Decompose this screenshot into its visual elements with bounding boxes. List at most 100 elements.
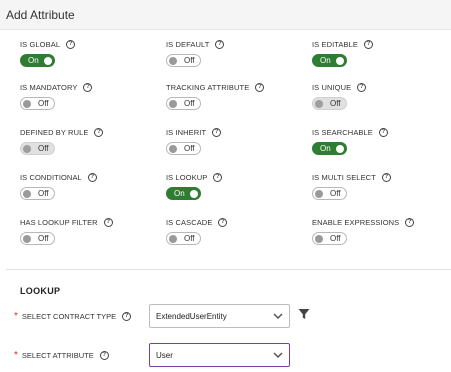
toggle-state-label: Off [38, 234, 49, 243]
toggle-state-label: Off [184, 56, 195, 65]
attribute-label: IS EDITABLE? [312, 38, 451, 50]
attribute-label-text: ENABLE EXPRESSIONS [312, 217, 400, 227]
is-default-toggle[interactable]: Off [166, 54, 201, 67]
chevron-down-icon [273, 313, 283, 320]
attribute-label: ENABLE EXPRESSIONS? [312, 216, 451, 228]
attribute-label: IS CONDITIONAL? [20, 171, 160, 183]
toggle-state-label: On [320, 144, 331, 153]
attribute-label-text: IS LOOKUP [166, 172, 208, 182]
toggle-state-label: Off [184, 99, 195, 108]
attribute-label: IS UNIQUE? [312, 81, 451, 93]
attribute-is-conditional: IS CONDITIONAL? Off [20, 171, 160, 200]
help-circle-icon[interactable]: ? [255, 82, 265, 92]
attribute-is-cascade: IS CASCADE? Off [166, 216, 306, 245]
toggle-state-label: Off [184, 144, 195, 153]
toggle-state-label: Off [184, 234, 195, 243]
toggle-state-label: Off [38, 144, 49, 153]
attribute-label: HAS LOOKUP FILTER? [20, 216, 160, 228]
contract-type-select[interactable]: ExtendedUserEntity [149, 304, 290, 328]
defined-by-rule-toggle: Off [20, 142, 55, 155]
help-circle-icon[interactable]: ? [122, 312, 132, 321]
has-lookup-filter-toggle[interactable]: Off [20, 232, 55, 245]
dialog-header: Add Attribute [0, 0, 451, 30]
is-global-toggle[interactable]: On [20, 54, 55, 67]
attribute-label-text: IS DEFAULT [166, 39, 210, 49]
attribute-tracking-attribute: TRACKING ATTRIBUTE? Off [166, 81, 306, 110]
section-divider [6, 269, 451, 270]
attribute-is-searchable: IS SEARCHABLE? On [312, 126, 451, 155]
toggle-state-label: Off [38, 189, 49, 198]
help-circle-icon[interactable]: ? [378, 127, 388, 137]
toggle-knob [315, 235, 323, 243]
attribute-is-editable: IS EDITABLE? On [312, 38, 451, 67]
is-cascade-toggle[interactable]: Off [166, 232, 201, 245]
toggle-knob [169, 57, 177, 65]
attribute-label: IS INHERIT? [166, 126, 306, 138]
attribute-select[interactable]: User [149, 343, 290, 367]
attribute-label-text: HAS LOOKUP FILTER [20, 217, 98, 227]
tracking-attribute-toggle[interactable]: Off [166, 97, 201, 110]
toggle-state-label: Off [38, 99, 49, 108]
attribute-label-text: IS EDITABLE [312, 39, 358, 49]
help-circle-icon[interactable]: ? [215, 39, 225, 49]
contract-type-value: ExtendedUserEntity [156, 312, 227, 321]
attribute-label: IS CASCADE? [166, 216, 306, 228]
attribute-label: IS MANDATORY? [20, 81, 160, 93]
toggle-knob [336, 57, 344, 65]
required-marker: * [14, 350, 18, 361]
toggle-state-label: On [320, 56, 331, 65]
toggle-knob [169, 235, 177, 243]
attribute-label-text: IS CASCADE [166, 217, 213, 227]
attribute-label-text: IS SEARCHABLE [312, 127, 373, 137]
help-circle-icon[interactable]: ? [363, 39, 373, 49]
help-circle-icon[interactable]: ? [99, 351, 109, 360]
help-circle-icon[interactable]: ? [381, 172, 391, 182]
is-editable-toggle[interactable]: On [312, 54, 347, 67]
help-circle-icon[interactable]: ? [213, 172, 223, 182]
help-circle-icon[interactable]: ? [87, 172, 97, 182]
attribute-label: TRACKING ATTRIBUTE? [166, 81, 306, 93]
toggle-state-label: On [174, 189, 185, 198]
toggle-knob [169, 100, 177, 108]
attribute-label-text: IS INHERIT [166, 127, 207, 137]
toggle-state-label: Off [330, 189, 341, 198]
filter-icon[interactable] [298, 308, 310, 320]
attribute-is-global: IS GLOBAL? On [20, 38, 160, 67]
help-circle-icon[interactable]: ? [66, 39, 76, 49]
required-marker: * [14, 311, 18, 322]
help-circle-icon[interactable]: ? [103, 217, 113, 227]
toggle-knob [169, 145, 177, 153]
help-circle-icon[interactable]: ? [212, 127, 222, 137]
is-mandatory-toggle[interactable]: Off [20, 97, 55, 110]
enable-expressions-toggle[interactable]: Off [312, 232, 347, 245]
toggle-knob [315, 100, 323, 108]
is-multi-select-toggle[interactable]: Off [312, 187, 347, 200]
help-circle-icon[interactable]: ? [94, 127, 104, 137]
attribute-is-unique: IS UNIQUE? Off [312, 81, 451, 110]
is-inherit-toggle[interactable]: Off [166, 142, 201, 155]
toggle-knob [23, 235, 31, 243]
toggle-knob [23, 145, 31, 153]
is-unique-toggle: Off [312, 97, 347, 110]
attribute-has-lookup-filter: HAS LOOKUP FILTER? Off [20, 216, 160, 245]
is-lookup-toggle[interactable]: On [166, 187, 201, 200]
attribute-label: * SELECT ATTRIBUTE ? [14, 350, 109, 361]
help-circle-icon[interactable]: ? [218, 217, 228, 227]
help-circle-icon[interactable]: ? [405, 217, 415, 227]
is-conditional-toggle[interactable]: Off [20, 187, 55, 200]
attribute-label-text: IS MULTI SELECT [312, 172, 376, 182]
attribute-label-text: DEFINED BY RULE [20, 127, 89, 137]
toggle-state-label: Off [330, 234, 341, 243]
help-circle-icon[interactable]: ? [357, 82, 367, 92]
contract-type-label: * SELECT CONTRACT TYPE ? [14, 311, 132, 322]
toggle-knob [190, 190, 198, 198]
attribute-defined-by-rule: DEFINED BY RULE? Off [20, 126, 160, 155]
lookup-section-title: LOOKUP [20, 286, 61, 296]
contract-type-label-text: SELECT CONTRACT TYPE [21, 312, 117, 321]
help-circle-icon[interactable]: ? [83, 82, 93, 92]
attribute-is-mandatory: IS MANDATORY? Off [20, 81, 160, 110]
is-searchable-toggle[interactable]: On [312, 142, 347, 155]
attribute-label: IS SEARCHABLE? [312, 126, 451, 138]
attribute-label-text: IS CONDITIONAL [20, 172, 82, 182]
attribute-label: IS MULTI SELECT? [312, 171, 451, 183]
